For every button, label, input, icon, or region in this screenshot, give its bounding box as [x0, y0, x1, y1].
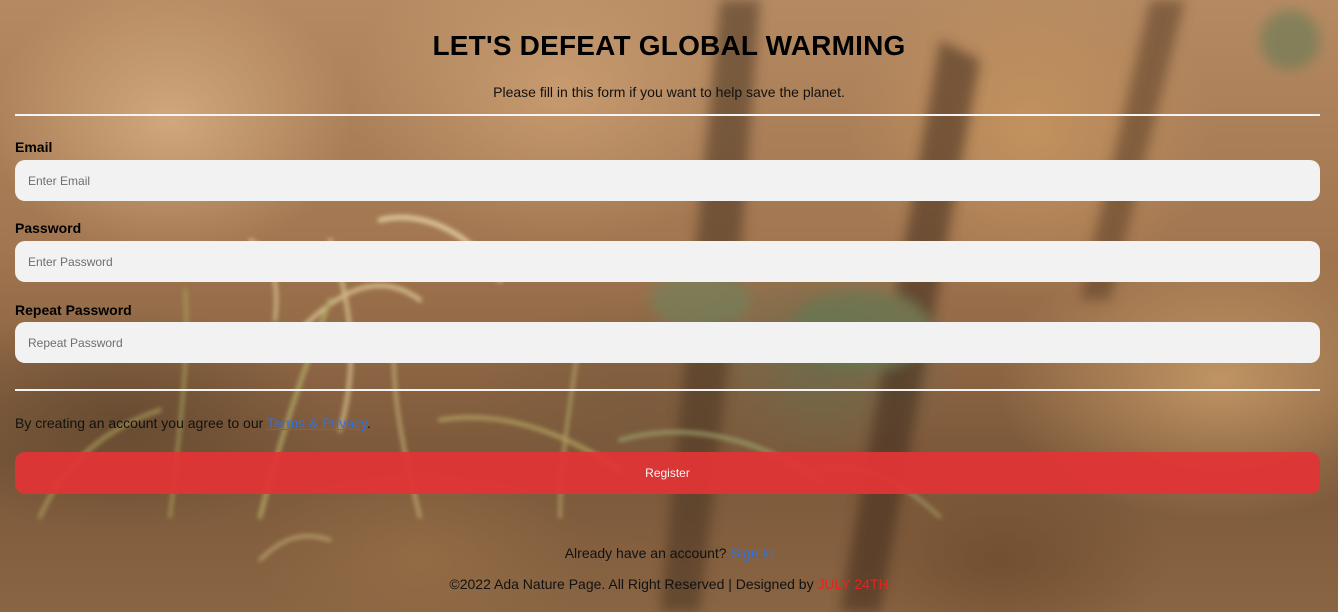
register-button[interactable]: Register — [15, 452, 1320, 494]
designer-name: JULY 24TH — [817, 576, 889, 592]
repeat-password-label: Repeat Password — [15, 302, 132, 318]
email-field[interactable] — [15, 160, 1320, 201]
registration-form: LET'S DEFEAT GLOBAL WARMING Please fill … — [0, 0, 1338, 517]
terms-notice: By creating an account you agree to our … — [15, 415, 371, 431]
terms-suffix: . — [367, 415, 371, 431]
bottom-divider — [15, 389, 1320, 391]
registration-page: LET'S DEFEAT GLOBAL WARMING Please fill … — [0, 0, 1338, 612]
repeat-password-field[interactable] — [15, 322, 1320, 363]
top-divider — [15, 114, 1320, 116]
terms-prefix: By creating an account you agree to our — [15, 415, 267, 431]
page-subtitle: Please fill in this form if you want to … — [493, 84, 845, 100]
footer-copyright: ©2022 Ada Nature Page. All Right Reserve… — [0, 576, 1338, 592]
terms-privacy-link[interactable]: Terms & Privacy — [267, 415, 367, 431]
signin-prompt: Already have an account? Sign in — [0, 545, 1338, 561]
password-label: Password — [15, 220, 82, 236]
email-label: Email — [15, 139, 53, 155]
footer-text: ©2022 Ada Nature Page. All Right Reserve… — [449, 576, 818, 592]
password-field[interactable] — [15, 241, 1320, 282]
sign-in-link[interactable]: Sign in — [730, 545, 773, 561]
page-title: LET'S DEFEAT GLOBAL WARMING — [432, 30, 906, 61]
signin-prefix: Already have an account? — [564, 545, 731, 561]
